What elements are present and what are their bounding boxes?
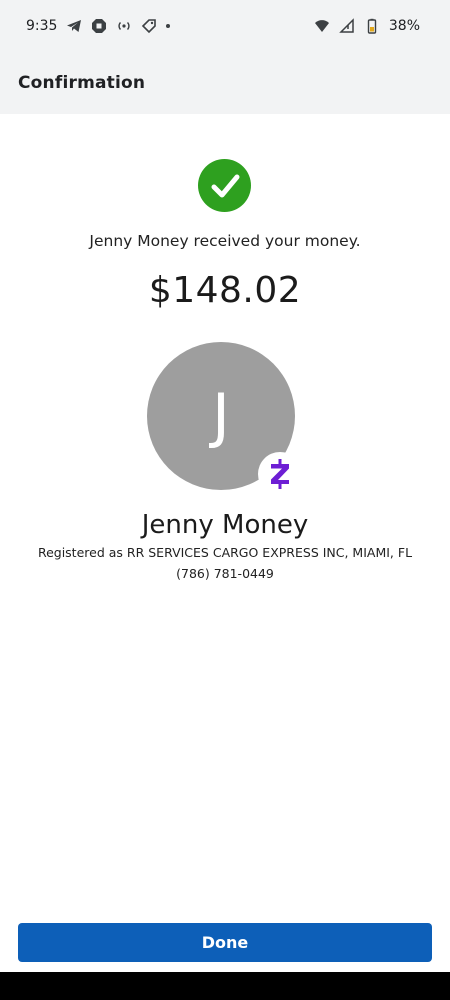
battery-icon [367,18,377,34]
confirmation-message: Jenny Money received your money. [89,232,361,250]
tag-icon [142,19,157,34]
battery-percent: 38% [388,18,420,34]
recipient-registration: Registered as RR SERVICES CARGO EXPRESS … [37,545,413,560]
recipient-name: Jenny Money [141,510,309,540]
recipient-phone: (786) 781-0449 [176,566,274,581]
telegram-icon [67,20,82,32]
hotspot-icon [118,22,131,30]
done-button[interactable]: Done [18,923,432,962]
app-header: Confirmation [0,52,450,114]
page-title: Confirmation [18,73,146,93]
success-check-icon [198,159,251,212]
chase-icon [92,19,107,33]
signal-icon [339,18,354,33]
avatar-initial: J [212,381,230,451]
dot-icon [166,24,171,28]
zelle-icon [258,452,302,496]
status-bar: 9:35 38% [0,0,450,52]
system-nav-bar [0,972,450,1000]
status-time: 9:35 [26,18,58,34]
amount-sent: $148.02 [148,270,302,311]
wifi-icon [314,20,329,32]
